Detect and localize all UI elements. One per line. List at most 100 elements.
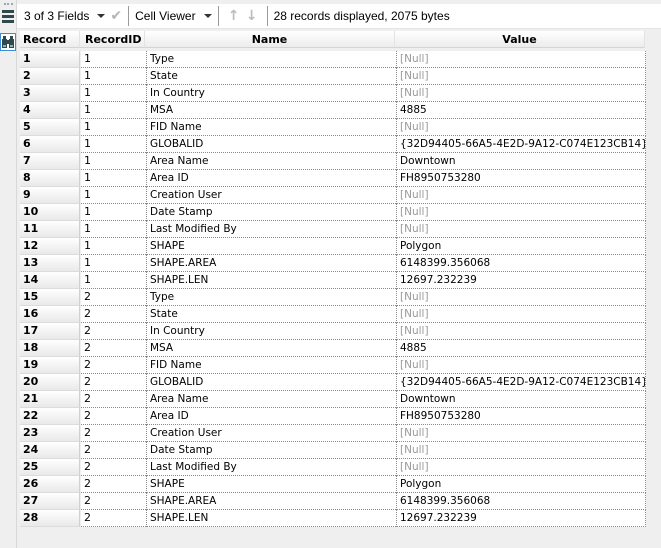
table-row[interactable]: 19 2 FID Name [Null] bbox=[20, 357, 646, 374]
table-row[interactable]: 28 2 SHAPE.LEN 12697.232239 bbox=[20, 510, 646, 527]
recordid-cell[interactable]: 2 bbox=[81, 442, 146, 459]
recordid-cell[interactable]: 2 bbox=[81, 289, 146, 306]
list-icon[interactable] bbox=[2, 10, 14, 24]
name-cell[interactable]: Last Modified By bbox=[146, 221, 396, 238]
name-cell[interactable]: Creation User bbox=[146, 187, 396, 204]
value-cell[interactable]: [Null] bbox=[396, 187, 646, 204]
value-cell[interactable]: FH8950753280 bbox=[396, 170, 646, 187]
recordid-cell[interactable]: 2 bbox=[81, 476, 146, 493]
recordid-cell[interactable]: 2 bbox=[81, 374, 146, 391]
value-cell[interactable]: {32D94405-66A5-4E2D-9A12-C074E123CB14} bbox=[396, 136, 646, 153]
record-number-cell[interactable]: 8 bbox=[20, 170, 80, 187]
name-cell[interactable]: State bbox=[146, 68, 396, 85]
value-cell[interactable]: [Null] bbox=[396, 425, 646, 442]
value-cell[interactable]: [Null] bbox=[396, 442, 646, 459]
name-cell[interactable]: Date Stamp bbox=[146, 204, 396, 221]
record-number-cell[interactable]: 10 bbox=[20, 204, 80, 221]
table-row[interactable]: 11 1 Last Modified By [Null] bbox=[20, 221, 646, 238]
column-header-value[interactable]: Value bbox=[395, 31, 645, 48]
record-number-cell[interactable]: 22 bbox=[20, 408, 80, 425]
value-cell[interactable]: [Null] bbox=[396, 51, 646, 68]
value-cell[interactable]: [Null] bbox=[396, 289, 646, 306]
recordid-cell[interactable]: 1 bbox=[81, 85, 146, 102]
recordid-cell[interactable]: 2 bbox=[81, 323, 146, 340]
recordid-cell[interactable]: 1 bbox=[81, 221, 146, 238]
record-number-cell[interactable]: 4 bbox=[20, 102, 80, 119]
table-row[interactable]: 3 1 In Country [Null] bbox=[20, 85, 646, 102]
name-cell[interactable]: Date Stamp bbox=[146, 442, 396, 459]
table-row[interactable]: 17 2 In Country [Null] bbox=[20, 323, 646, 340]
record-number-cell[interactable]: 26 bbox=[20, 476, 80, 493]
table-row[interactable]: 7 1 Area Name Downtown bbox=[20, 153, 646, 170]
name-cell[interactable]: Area ID bbox=[146, 408, 396, 425]
grip-handle[interactable] bbox=[4, 3, 13, 5]
record-number-cell[interactable]: 5 bbox=[20, 119, 80, 136]
name-cell[interactable]: SHAPE.LEN bbox=[146, 510, 396, 527]
table-row[interactable]: 9 1 Creation User [Null] bbox=[20, 187, 646, 204]
record-number-cell[interactable]: 21 bbox=[20, 391, 80, 408]
name-cell[interactable]: FID Name bbox=[146, 119, 396, 136]
table-row[interactable]: 4 1 MSA 4885 bbox=[20, 102, 646, 119]
value-cell[interactable]: [Null] bbox=[396, 221, 646, 238]
table-row[interactable]: 22 2 Area ID FH8950753280 bbox=[20, 408, 646, 425]
recordid-cell[interactable]: 2 bbox=[81, 340, 146, 357]
recordid-cell[interactable]: 1 bbox=[81, 170, 146, 187]
value-cell[interactable]: [Null] bbox=[396, 357, 646, 374]
value-cell[interactable]: [Null] bbox=[396, 204, 646, 221]
name-cell[interactable]: MSA bbox=[146, 340, 396, 357]
recordid-cell[interactable]: 1 bbox=[81, 272, 146, 289]
table-row[interactable]: 27 2 SHAPE.AREA 6148399.356068 bbox=[20, 493, 646, 510]
name-cell[interactable]: SHAPE.AREA bbox=[146, 255, 396, 272]
name-cell[interactable]: In Country bbox=[146, 323, 396, 340]
table-row[interactable]: 21 2 Area Name Downtown bbox=[20, 391, 646, 408]
value-cell[interactable]: 4885 bbox=[396, 340, 646, 357]
name-cell[interactable]: Area Name bbox=[146, 391, 396, 408]
table-row[interactable]: 23 2 Creation User [Null] bbox=[20, 425, 646, 442]
recordid-cell[interactable]: 1 bbox=[81, 119, 146, 136]
table-row[interactable]: 8 1 Area ID FH8950753280 bbox=[20, 170, 646, 187]
record-number-cell[interactable]: 24 bbox=[20, 442, 80, 459]
table-row[interactable]: 1 1 Type [Null] bbox=[20, 51, 646, 68]
value-cell[interactable]: Polygon bbox=[396, 238, 646, 255]
name-cell[interactable]: Type bbox=[146, 289, 396, 306]
record-number-cell[interactable]: 25 bbox=[20, 459, 80, 476]
table-row[interactable]: 14 1 SHAPE.LEN 12697.232239 bbox=[20, 272, 646, 289]
value-cell[interactable]: [Null] bbox=[396, 68, 646, 85]
recordid-cell[interactable]: 2 bbox=[81, 357, 146, 374]
record-number-cell[interactable]: 6 bbox=[20, 136, 80, 153]
name-cell[interactable]: Type bbox=[146, 51, 396, 68]
table-row[interactable]: 2 1 State [Null] bbox=[20, 68, 646, 85]
value-cell[interactable]: [Null] bbox=[396, 323, 646, 340]
name-cell[interactable]: Creation User bbox=[146, 425, 396, 442]
recordid-cell[interactable]: 1 bbox=[81, 238, 146, 255]
record-number-cell[interactable]: 16 bbox=[20, 306, 80, 323]
recordid-cell[interactable]: 2 bbox=[81, 391, 146, 408]
binoculars-icon[interactable] bbox=[0, 33, 16, 51]
recordid-cell[interactable]: 1 bbox=[81, 136, 146, 153]
record-number-cell[interactable]: 3 bbox=[20, 85, 80, 102]
recordid-cell[interactable]: 1 bbox=[81, 68, 146, 85]
value-cell[interactable]: {32D94405-66A5-4E2D-9A12-C074E123CB14} bbox=[396, 374, 646, 391]
table-row[interactable]: 20 2 GLOBALID {32D94405-66A5-4E2D-9A12-C074… bbox=[20, 374, 646, 391]
value-cell[interactable]: [Null] bbox=[396, 85, 646, 102]
record-number-cell[interactable]: 1 bbox=[20, 51, 80, 68]
table-row[interactable]: 18 2 MSA 4885 bbox=[20, 340, 646, 357]
name-cell[interactable]: Last Modified By bbox=[146, 459, 396, 476]
name-cell[interactable]: State bbox=[146, 306, 396, 323]
record-number-cell[interactable]: 12 bbox=[20, 238, 80, 255]
name-cell[interactable]: FID Name bbox=[146, 357, 396, 374]
table-row[interactable]: 13 1 SHAPE.AREA 6148399.356068 bbox=[20, 255, 646, 272]
value-cell[interactable]: [Null] bbox=[396, 306, 646, 323]
checkmark-icon[interactable]: ✔ bbox=[110, 8, 122, 24]
name-cell[interactable]: SHAPE bbox=[146, 476, 396, 493]
value-cell[interactable]: Polygon bbox=[396, 476, 646, 493]
recordid-cell[interactable]: 1 bbox=[81, 153, 146, 170]
name-cell[interactable]: GLOBALID bbox=[146, 374, 396, 391]
record-number-cell[interactable]: 19 bbox=[20, 357, 80, 374]
column-header-record-number[interactable]: Record # bbox=[20, 31, 80, 63]
name-cell[interactable]: MSA bbox=[146, 102, 396, 119]
recordid-cell[interactable]: 2 bbox=[81, 510, 146, 527]
table-row[interactable]: 12 1 SHAPE Polygon bbox=[20, 238, 646, 255]
arrow-down-icon[interactable]: ↓ bbox=[243, 8, 261, 24]
value-cell[interactable]: 12697.232239 bbox=[396, 510, 646, 527]
